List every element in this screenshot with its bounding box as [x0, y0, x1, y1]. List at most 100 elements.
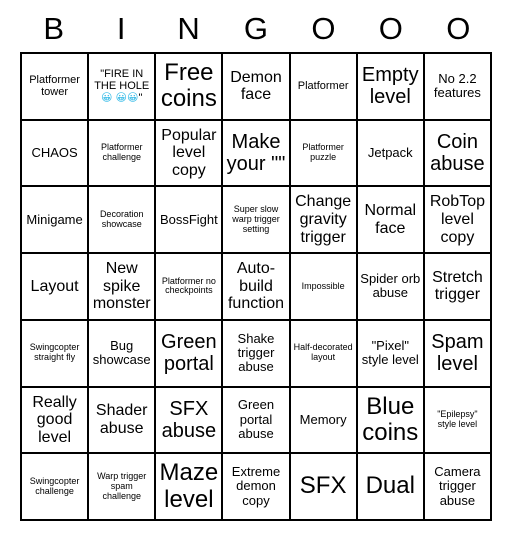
bingo-header-letter-1: I	[116, 10, 126, 46]
bingo-cell-r6-c0[interactable]: Swingcopter challenge	[22, 454, 90, 521]
bingo-grid: Platformer tower "FIRE IN THE HOLE😀 😀😀" Fr…	[20, 52, 492, 521]
bingo-cell-label: SFX abuse	[161, 397, 217, 442]
bingo-header-row: BINGOOO	[20, 4, 492, 52]
bingo-cell-label: Shake trigger abuse	[237, 330, 279, 375]
bingo-cell-r3-c5[interactable]: Spider orb abuse	[357, 254, 425, 321]
bingo-cell-label: Blue coins	[362, 392, 421, 446]
bingo-cell-label: Bug showcase	[92, 337, 151, 368]
bingo-cell-label: SFX	[299, 472, 347, 500]
bingo-cell-r1-c0[interactable]: CHAOS	[22, 120, 90, 188]
bingo-cell-r2-c5[interactable]: Normal face	[357, 187, 425, 255]
bingo-cell-r5-c1[interactable]: Shader abuse	[89, 387, 157, 455]
bingo-cell-r4-c5[interactable]: "Pixel" style level	[357, 320, 425, 388]
bingo-cell-r4-c2[interactable]: Green portal	[156, 320, 224, 388]
bingo-cell-r2-c2[interactable]: BossFight	[156, 187, 224, 255]
bingo-cell-label: Popular level copy	[161, 126, 221, 179]
bingo-cell-r2-c6[interactable]: RobTop level copy	[424, 187, 492, 255]
bingo-header-letter-2: N	[177, 10, 200, 46]
bingo-cell-r4-c3[interactable]: Shake trigger abuse	[223, 320, 291, 388]
bingo-cell-label: Extreme demon copy	[231, 464, 284, 508]
bingo-cell-r5-c0[interactable]: Really good level	[22, 387, 90, 455]
bingo-cell-r0-c3[interactable]: Demon face	[223, 54, 291, 121]
bingo-cell-label: Dual	[365, 472, 415, 500]
bingo-header-letter-6: O	[446, 10, 471, 46]
grinning-face-icon: 😀	[101, 91, 113, 105]
bingo-cell-label: RobTop level copy	[429, 193, 490, 246]
bingo-cell-r4-c1[interactable]: Bug showcase	[89, 320, 157, 388]
bingo-cell-r4-c4[interactable]: Half-decorated layout	[290, 320, 358, 388]
bingo-cell-r0-c2[interactable]: Free coins	[156, 54, 224, 121]
bingo-cell-label: Platformer puzzle	[302, 142, 347, 163]
bingo-cell-label: Platformer challenge	[100, 142, 145, 163]
bingo-cell-label: "Epilepsy" style level	[437, 409, 481, 429]
bingo-cell-r6-c4[interactable]: SFX	[290, 454, 358, 521]
bingo-cell-r2-c3[interactable]: Super slow warp trigger setting	[223, 187, 291, 255]
bingo-cell-label: Maze level	[159, 459, 219, 513]
bingo-cell-r0-c6[interactable]: No 2.2 features	[424, 54, 492, 121]
bingo-cell-label: Shader abuse	[95, 402, 152, 437]
bingo-cell-r3-c3[interactable]: Auto-build function	[223, 254, 291, 321]
bingo-cell-r3-c2[interactable]: Platformer no checkpoints	[156, 254, 224, 321]
bingo-cell-label: Layout	[30, 277, 79, 295]
bingo-cell-r1-c4[interactable]: Platformer puzzle	[290, 120, 358, 188]
bingo-cell-r6-c3[interactable]: Extreme demon copy	[223, 454, 291, 521]
bingo-cell-label: New spike monster	[92, 260, 151, 313]
bingo-cell-label: Swingcopter straight fly	[29, 342, 82, 363]
bingo-cell-label: Free coins	[160, 58, 221, 113]
bingo-cell-r5-c5[interactable]: Blue coins	[357, 387, 425, 455]
bingo-cell-r2-c1[interactable]: Decoration showcase	[89, 187, 157, 255]
bingo-cell-label: Normal face	[364, 202, 421, 237]
bingo-cell-label: Camera trigger abuse	[434, 464, 485, 508]
bingo-header-letter-0: B	[43, 10, 65, 46]
bingo-cell-label: Stretch trigger	[432, 268, 488, 304]
bingo-cell-label: Empty level	[361, 64, 425, 109]
bingo-cell-label: Platformer	[297, 80, 349, 93]
bingo-cell-r3-c0[interactable]: Layout	[22, 254, 90, 321]
bingo-cell-r5-c6[interactable]: "Epilepsy" style level	[424, 387, 492, 455]
bingo-cell-label: Green portal abuse	[237, 397, 278, 442]
bingo-cell-label: Really good level	[32, 393, 82, 446]
bingo-cell-label: Super slow warp trigger setting	[232, 203, 283, 234]
bingo-cell-r2-c4[interactable]: Change gravity trigger	[290, 187, 358, 255]
bingo-cell-r6-c1[interactable]: Warp trigger spam challenge	[89, 454, 157, 521]
bingo-cell-r5-c2[interactable]: SFX abuse	[156, 387, 224, 455]
bingo-cell-r0-c0[interactable]: Platformer tower	[22, 54, 90, 121]
bingo-cell-r1-c3[interactable]: Make your ""	[223, 120, 291, 188]
bingo-cell-r1-c2[interactable]: Popular level copy	[156, 120, 224, 188]
bingo-cell-r1-c6[interactable]: Coin abuse	[424, 120, 492, 188]
bingo-cell-label: Spam level	[431, 331, 490, 376]
bingo-cell-label: Auto-build function	[227, 260, 285, 313]
bingo-cell-r1-c5[interactable]: Jetpack	[357, 120, 425, 188]
bingo-cell-r4-c0[interactable]: Swingcopter straight fly	[22, 320, 90, 388]
bingo-cell-label: Platformer tower	[29, 74, 83, 99]
bingo-cell-r2-c0[interactable]: Minigame	[22, 187, 90, 255]
bingo-header-letter-4: O	[311, 10, 336, 46]
bingo-card: B I N G O O O Platformer tower "FIRE IN THE HOL…	[0, 0, 512, 544]
bingo-cell-r3-c1[interactable]: New spike monster	[89, 254, 157, 321]
bingo-cell-label: Change gravity trigger	[295, 193, 356, 246]
bingo-header-letter-5: O	[378, 10, 403, 46]
bingo-cell-r6-c6[interactable]: Camera trigger abuse	[424, 454, 492, 521]
bingo-cell-r6-c5[interactable]: Dual	[357, 454, 425, 521]
grinning-face-icon: 😀😀	[115, 91, 139, 105]
bingo-cell-r3-c6[interactable]: Stretch trigger	[424, 254, 492, 321]
bingo-cell-r3-c4[interactable]: Impossible	[290, 254, 358, 321]
bingo-cell-label: Minigame	[26, 211, 83, 227]
bingo-cell-r6-c2[interactable]: Maze level	[156, 454, 224, 521]
bingo-cell-label: Coin abuse	[430, 131, 485, 176]
bingo-cell-r0-c4[interactable]: Platformer	[290, 54, 358, 121]
bingo-cell-label: Warp trigger spam challenge	[97, 470, 149, 501]
bingo-cell-label: CHAOS	[31, 144, 78, 160]
bingo-cell-label: Spider orb abuse	[360, 271, 424, 301]
bingo-cell-r4-c6[interactable]: Spam level	[424, 320, 492, 388]
bingo-cell-r0-c1[interactable]: "FIRE IN THE HOLE😀 😀😀"	[89, 54, 157, 121]
bingo-cell-r1-c1[interactable]: Platformer challenge	[89, 120, 157, 188]
bingo-header-letter-3: G	[243, 10, 269, 46]
bingo-cell-r5-c3[interactable]: Green portal abuse	[223, 387, 291, 455]
bingo-cell-label: "Pixel" style level	[361, 337, 419, 368]
bingo-cell-label: No 2.2 features	[433, 71, 481, 101]
bingo-cell-label: Green portal	[161, 331, 223, 376]
bingo-cell-r5-c4[interactable]: Memory	[290, 387, 358, 455]
bingo-cell-label: Jetpack	[367, 144, 413, 160]
bingo-cell-r0-c5[interactable]: Empty level	[357, 54, 425, 121]
